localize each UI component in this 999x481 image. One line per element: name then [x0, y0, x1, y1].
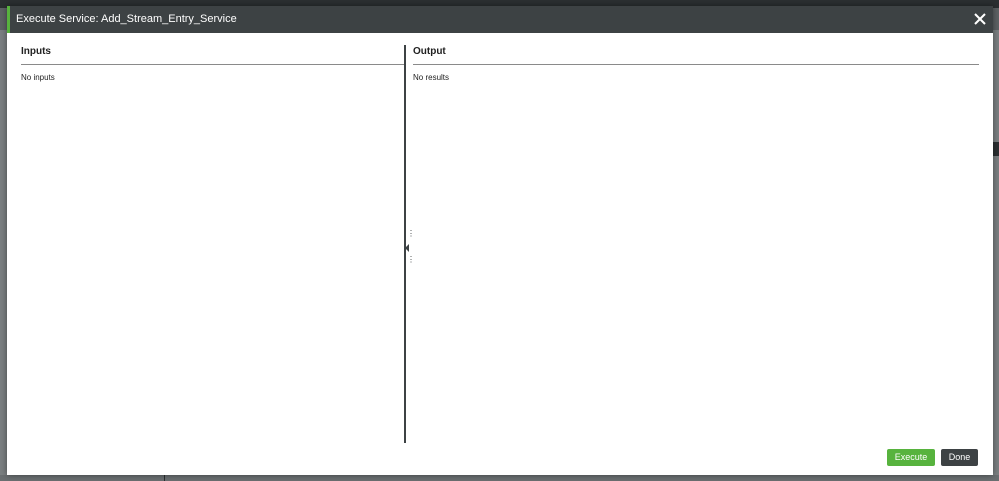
background-bottom-strip: [0, 475, 999, 481]
execute-button[interactable]: Execute: [887, 449, 935, 466]
inputs-empty-text: No inputs: [21, 73, 55, 82]
background-bottom-divider: [164, 475, 165, 481]
dialog-title: Execute Service: Add_Stream_Entry_Servic…: [16, 13, 237, 25]
close-button[interactable]: [973, 12, 987, 26]
output-divider-line: [413, 64, 979, 65]
inputs-divider-line: [21, 64, 404, 65]
close-icon: [974, 13, 986, 25]
splitter-grip-bottom-icon[interactable]: ⋮: [407, 256, 415, 264]
dialog-header: Execute Service: Add_Stream_Entry_Servic…: [7, 6, 993, 33]
background-right-edge: [992, 30, 999, 481]
output-title: Output: [413, 46, 446, 57]
background-left-edge: [0, 30, 7, 481]
inputs-title: Inputs: [21, 46, 51, 57]
splitter-grip-top-icon[interactable]: ⋮: [407, 230, 415, 238]
collapse-arrow-icon[interactable]: [405, 244, 409, 252]
execute-service-dialog: Execute Service: Add_Stream_Entry_Servic…: [7, 6, 993, 475]
done-button[interactable]: Done: [941, 449, 978, 466]
background-dark-bar: [992, 142, 999, 156]
output-empty-text: No results: [413, 73, 450, 82]
